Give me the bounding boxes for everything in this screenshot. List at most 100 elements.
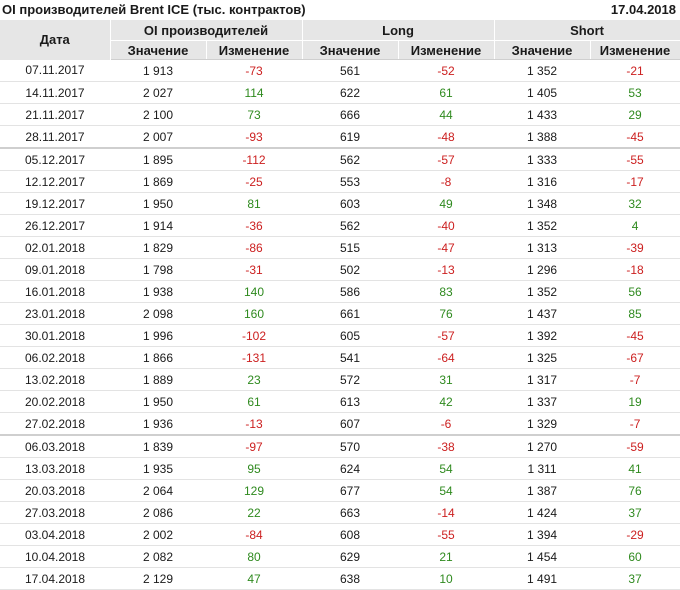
cell-oi-value: 1 996: [110, 324, 206, 347]
cell-short-value: 1 348: [494, 192, 591, 215]
cell-short-value: 1 437: [494, 302, 591, 325]
cell-short-value: 1 424: [494, 501, 591, 524]
cell-date: 27.02.2018: [0, 412, 110, 436]
cell-oi-change: 80: [206, 545, 303, 568]
cell-oi-value: 1 914: [110, 214, 206, 237]
cell-oi-change: -112: [206, 147, 303, 171]
cell-oi-value: 1 829: [110, 236, 206, 259]
cell-oi-change: -73: [206, 59, 303, 82]
cell-long-value: 562: [302, 214, 399, 237]
cell-oi-change: -13: [206, 412, 303, 436]
cell-oi-change: 22: [206, 501, 303, 524]
cell-short-change: 56: [590, 280, 680, 303]
cell-date: 06.03.2018: [0, 434, 110, 458]
cell-oi-value: 1 950: [110, 390, 206, 413]
cell-long-value: 622: [302, 81, 399, 104]
cell-short-value: 1 352: [494, 214, 591, 237]
cell-short-change: -17: [590, 170, 680, 193]
cell-oi-value: 2 086: [110, 501, 206, 524]
cell-long-value: 624: [302, 457, 399, 480]
cell-oi-change: -97: [206, 434, 303, 458]
cell-long-change: -52: [398, 59, 495, 82]
cell-short-value: 1 316: [494, 170, 591, 193]
cell-long-value: 541: [302, 346, 399, 369]
cell-short-value: 1 352: [494, 59, 591, 82]
cell-short-value: 1 454: [494, 545, 591, 568]
cell-short-value: 1 433: [494, 103, 591, 126]
column-header-short-value: Значение: [494, 40, 591, 60]
table-row: 03.04.2018 2 002 -84 608 -55 1 394 -29: [0, 523, 680, 546]
cell-long-change: 42: [398, 390, 495, 413]
cell-oi-value: 1 866: [110, 346, 206, 369]
cell-long-change: -40: [398, 214, 495, 237]
cell-long-change: -55: [398, 523, 495, 546]
cell-short-change: -29: [590, 523, 680, 546]
cell-short-value: 1 325: [494, 346, 591, 369]
cell-short-value: 1 313: [494, 236, 591, 259]
cell-short-value: 1 388: [494, 125, 591, 149]
cell-date: 16.01.2018: [0, 280, 110, 303]
cell-long-change: -13: [398, 258, 495, 281]
cell-short-value: 1 405: [494, 81, 591, 104]
cell-long-value: 661: [302, 302, 399, 325]
cell-oi-change: 140: [206, 280, 303, 303]
column-header-oi-change: Изменение: [206, 40, 303, 60]
cell-long-change: 83: [398, 280, 495, 303]
cell-short-change: 41: [590, 457, 680, 480]
column-header-short-change: Изменение: [590, 40, 680, 60]
table-row: 07.11.2017 1 913 -73 561 -52 1 352 -21: [0, 59, 680, 82]
table-row: 05.12.2017 1 895 -112 562 -57 1 333 -55: [0, 147, 680, 171]
cell-long-change: 61: [398, 81, 495, 104]
cell-oi-change: 81: [206, 192, 303, 215]
cell-short-change: -7: [590, 412, 680, 436]
cell-date: 14.11.2017: [0, 81, 110, 104]
cell-oi-change: 73: [206, 103, 303, 126]
cell-long-value: 638: [302, 567, 399, 590]
cell-oi-value: 2 002: [110, 523, 206, 546]
cell-date: 28.11.2017: [0, 125, 110, 149]
table-row: 10.04.2018 2 082 80 629 21 1 454 60: [0, 545, 680, 568]
cell-date: 20.02.2018: [0, 390, 110, 413]
table-row: 09.01.2018 1 798 -31 502 -13 1 296 -18: [0, 258, 680, 281]
cell-oi-value: 2 027: [110, 81, 206, 104]
table-row: 20.02.2018 1 950 61 613 42 1 337 19: [0, 390, 680, 413]
cell-short-change: 85: [590, 302, 680, 325]
cell-short-change: -39: [590, 236, 680, 259]
cell-short-change: 19: [590, 390, 680, 413]
table-row: 27.02.2018 1 936 -13 607 -6 1 329 -7: [0, 412, 680, 436]
cell-long-change: -47: [398, 236, 495, 259]
cell-short-change: 4: [590, 214, 680, 237]
cell-oi-change: 61: [206, 390, 303, 413]
cell-short-change: 53: [590, 81, 680, 104]
cell-long-value: 607: [302, 412, 399, 436]
cell-date: 09.01.2018: [0, 258, 110, 281]
cell-long-value: 561: [302, 59, 399, 82]
cell-short-value: 1 387: [494, 479, 591, 502]
cell-long-change: 54: [398, 457, 495, 480]
cell-long-value: 629: [302, 545, 399, 568]
cell-long-value: 608: [302, 523, 399, 546]
cell-long-value: 666: [302, 103, 399, 126]
cell-long-change: -48: [398, 125, 495, 149]
title-bar: OI производителей Brent ICE (тыс. контра…: [0, 0, 680, 20]
cell-long-change: 44: [398, 103, 495, 126]
cell-short-change: -7: [590, 368, 680, 391]
cell-long-change: 76: [398, 302, 495, 325]
cell-date: 17.04.2018: [0, 567, 110, 590]
cell-long-change: -14: [398, 501, 495, 524]
cell-oi-value: 1 950: [110, 192, 206, 215]
cell-long-value: 553: [302, 170, 399, 193]
cell-short-change: -18: [590, 258, 680, 281]
cell-oi-value: 2 098: [110, 302, 206, 325]
cell-short-change: 32: [590, 192, 680, 215]
cell-oi-change: 47: [206, 567, 303, 590]
table-row: 23.01.2018 2 098 160 661 76 1 437 85: [0, 302, 680, 325]
cell-oi-change: 160: [206, 302, 303, 325]
table-row: 21.11.2017 2 100 73 666 44 1 433 29: [0, 103, 680, 126]
table-row: 30.01.2018 1 996 -102 605 -57 1 392 -45: [0, 324, 680, 347]
cell-oi-change: -86: [206, 236, 303, 259]
cell-date: 10.04.2018: [0, 545, 110, 568]
cell-short-change: 29: [590, 103, 680, 126]
cell-oi-value: 1 936: [110, 412, 206, 436]
table-row: 13.02.2018 1 889 23 572 31 1 317 -7: [0, 368, 680, 391]
